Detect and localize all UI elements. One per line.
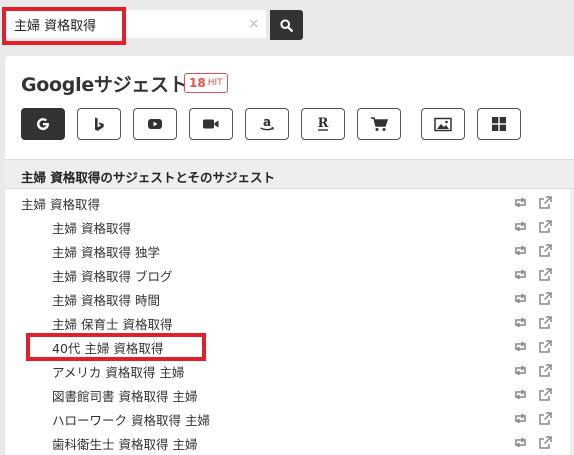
suggestion-label[interactable]: 主婦 資格取得 独学 [52, 242, 160, 261]
hit-count-badge: 18 HIT [184, 73, 228, 93]
suggestion-row: 主婦 資格取得 [5, 214, 574, 238]
external-link-icon[interactable] [538, 339, 553, 354]
hit-label: HIT [207, 78, 223, 88]
suggestion-label[interactable]: 主婦 資格取得 [52, 218, 131, 237]
svg-text:R: R [318, 116, 329, 131]
hit-count: 18 [189, 76, 206, 90]
grid-icon [492, 117, 506, 131]
suggestion-label[interactable]: 主婦 資格取得 [21, 194, 100, 213]
suggestion-row: ハローワーク 資格取得 主婦 [5, 406, 574, 430]
clear-icon[interactable]: × [248, 17, 260, 31]
search-icon [280, 18, 293, 32]
external-link-icon[interactable] [538, 291, 553, 306]
suggestion-label[interactable]: ハローワーク 資格取得 主婦 [52, 410, 210, 429]
external-link-icon[interactable] [538, 267, 553, 282]
rakuten-icon: R [318, 116, 329, 131]
engine-shopping-button[interactable] [357, 108, 401, 140]
resuggest-icon[interactable] [513, 267, 528, 282]
suggestion-label[interactable]: アメリカ 資格取得 主婦 [52, 362, 184, 381]
youtube-icon [148, 119, 162, 129]
external-link-icon[interactable] [538, 435, 553, 450]
resuggest-icon[interactable] [513, 315, 528, 330]
search-bar: × [4, 8, 303, 40]
bing-icon [95, 117, 104, 131]
suggestion-label[interactable]: 40代 主婦 資格取得 [52, 338, 163, 357]
video-camera-icon [203, 119, 219, 129]
suggestion-row: 40代 主婦 資格取得 [5, 334, 574, 358]
resuggest-icon[interactable] [513, 387, 528, 402]
suggestion-label[interactable]: 主婦 資格取得 時間 [52, 290, 160, 309]
suggestion-label[interactable]: 主婦 資格取得 ブログ [52, 266, 172, 285]
suggestion-row: 主婦 資格取得 ブログ [5, 262, 574, 286]
resuggest-icon[interactable] [513, 291, 528, 306]
suggestion-label[interactable]: 図書館司書 資格取得 主婦 [52, 386, 197, 405]
svg-text:a: a [263, 115, 271, 129]
engine-rakuten-button[interactable]: R [301, 108, 345, 140]
resuggest-icon[interactable] [513, 363, 528, 378]
engine-youtube-button[interactable] [133, 108, 177, 140]
suggestion-row: 主婦 資格取得 独学 [5, 238, 574, 262]
shopping-cart-icon [371, 117, 388, 131]
external-link-icon[interactable] [538, 243, 553, 258]
section-heading-text: 主婦 資格取得のサジェストとそのサジェスト [21, 170, 275, 185]
engine-apps-button[interactable] [477, 108, 521, 140]
suggestion-row: 歯科衛生士 資格取得 主婦 [5, 430, 574, 454]
external-link-icon[interactable] [538, 195, 553, 210]
suggestion-row: アメリカ 資格取得 主婦 [5, 358, 574, 382]
resuggest-icon[interactable] [513, 339, 528, 354]
suggestion-label[interactable]: 主婦 保育士 資格取得 [52, 314, 172, 333]
external-link-icon[interactable] [538, 411, 553, 426]
engine-bing-button[interactable] [77, 108, 121, 140]
suggestion-label[interactable]: 歯科衛生士 資格取得 主婦 [52, 434, 197, 453]
resuggest-icon[interactable] [513, 435, 528, 450]
image-icon [434, 117, 452, 131]
suggestion-row: 図書館司書 資格取得 主婦 [5, 382, 574, 406]
external-link-icon[interactable] [538, 219, 553, 234]
suggest-panel: Googleサジェスト 18 HIT a R 主婦 資格取得のサジェストとそのサ… [5, 56, 574, 455]
scroll-strip [570, 189, 574, 455]
engine-amazon-button[interactable]: a [245, 108, 289, 140]
google-icon [37, 118, 50, 131]
external-link-icon[interactable] [538, 315, 553, 330]
search-input[interactable] [4, 10, 266, 38]
suggestion-row: 主婦 保育士 資格取得 [5, 310, 574, 334]
external-link-icon[interactable] [538, 387, 553, 402]
engine-google-button[interactable] [21, 108, 65, 140]
suggestion-root-row: 主婦 資格取得 [5, 190, 574, 214]
panel-title: Googleサジェスト [21, 74, 188, 96]
resuggest-icon[interactable] [513, 243, 528, 258]
amazon-icon: a [260, 115, 274, 131]
section-heading: 主婦 資格取得のサジェストとそのサジェスト [5, 159, 574, 189]
resuggest-icon[interactable] [513, 219, 528, 234]
resuggest-icon[interactable] [513, 195, 528, 210]
engine-video-button[interactable] [189, 108, 233, 140]
search-button[interactable] [270, 10, 303, 40]
engine-image-button[interactable] [421, 108, 465, 140]
suggestion-row: 主婦 資格取得 時間 [5, 286, 574, 310]
external-link-icon[interactable] [538, 363, 553, 378]
resuggest-icon[interactable] [513, 411, 528, 426]
